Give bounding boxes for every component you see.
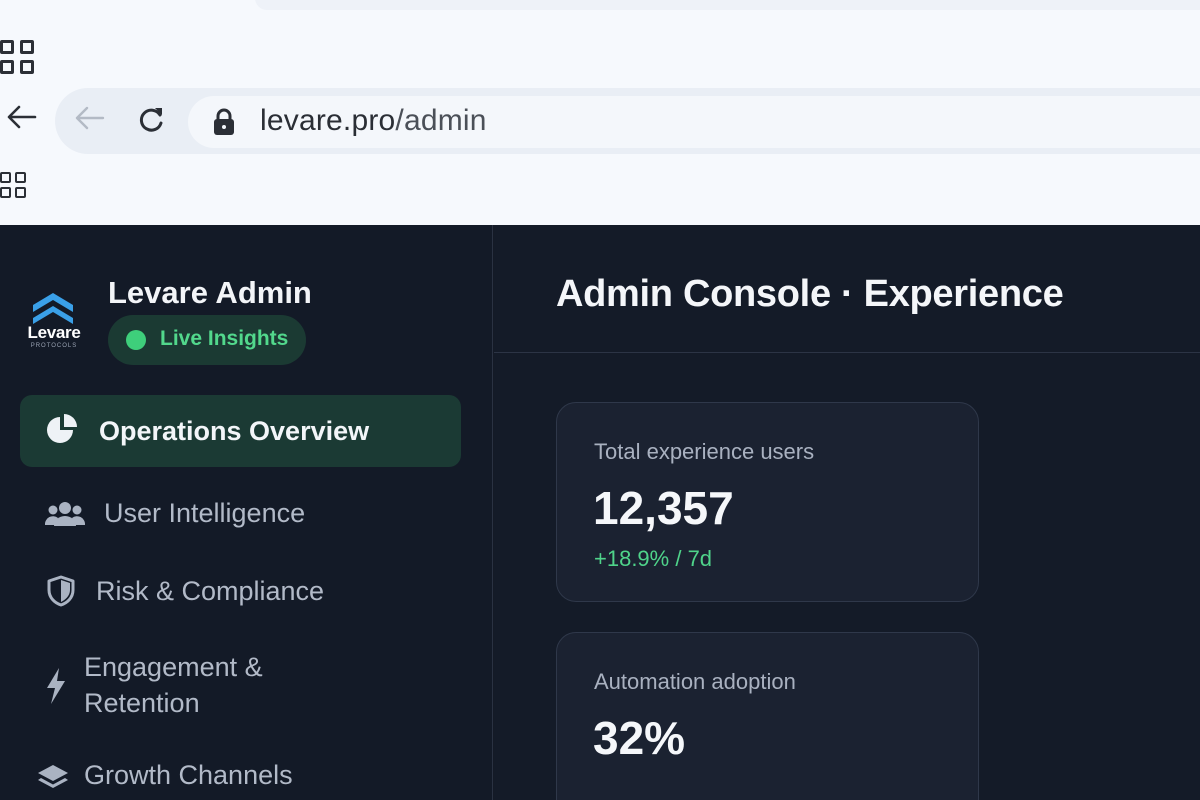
apps-grid-icon[interactable]: [0, 40, 34, 74]
shield-icon: [47, 575, 75, 607]
live-status-dot-icon: [126, 330, 146, 350]
header-divider: [494, 352, 1200, 353]
sidebar-item-label: Engagement &: [84, 652, 263, 682]
url-host: levare.pro: [260, 104, 396, 137]
live-insights-label: Live Insights: [160, 327, 289, 350]
stat-label: Automation adoption: [594, 669, 796, 694]
reload-icon[interactable]: [135, 104, 167, 136]
sidebar-item-label: Operations Overview: [99, 416, 370, 446]
stat-label: Total experience users: [594, 439, 815, 464]
layers-icon: [38, 765, 68, 788]
url-text[interactable]: levare.pro/admin: [260, 101, 487, 141]
url-path: /admin: [395, 104, 487, 137]
sidebar-item-label: Growth Channels: [84, 760, 293, 790]
live-insights-badge[interactable]: Live Insights: [108, 315, 306, 365]
admin-app: Levare PROTOCOLS Levare Admin Live Insig…: [0, 225, 1200, 800]
users-icon: [45, 502, 85, 526]
brand-title: Levare Admin: [108, 275, 312, 310]
logo-wordmark: Levare: [27, 323, 81, 342]
sidebar-item-risk-compliance[interactable]: Risk & Compliance: [20, 571, 461, 611]
stat-delta: +18.9% / 7d: [594, 546, 713, 571]
sidebar-item-label-line2: Retention: [84, 688, 200, 718]
stat-value: 12,357: [593, 482, 734, 534]
lock-icon[interactable]: [210, 106, 238, 138]
sidebar-item-user-intelligence[interactable]: User Intelligence: [20, 493, 461, 533]
browser-back-button-icon[interactable]: [74, 104, 106, 132]
main-content: Admin Console · Experience Total experie…: [494, 225, 1200, 800]
sidebar-item-label: User Intelligence: [104, 498, 306, 528]
back-arrow-icon[interactable]: [6, 104, 38, 130]
browser-chrome: levare.pro/admin: [0, 0, 1200, 225]
stat-value: 32%: [593, 712, 686, 764]
sidebar-item-engagement-retention[interactable]: Engagement & Retention: [20, 649, 461, 725]
stat-card-total-users[interactable]: Total experience users 12,357 +18.9% / 7…: [556, 402, 979, 602]
tab-strip[interactable]: [255, 0, 1200, 10]
lightning-icon: [47, 668, 65, 704]
stat-card-automation-adoption[interactable]: Automation adoption 32%: [556, 632, 979, 800]
sidebar: Levare PROTOCOLS Levare Admin Live Insig…: [0, 225, 493, 800]
logo-subtext: PROTOCOLS: [30, 343, 78, 349]
bookmarks-apps-icon[interactable]: [0, 172, 26, 198]
sidebar-item-growth-channels[interactable]: Growth Channels: [20, 755, 461, 795]
sidebar-item-label: Risk & Compliance: [96, 576, 325, 606]
sidebar-item-operations-overview[interactable]: Operations Overview: [20, 395, 461, 467]
pie-chart-icon: [47, 414, 77, 443]
page-title: Admin Console · Experience: [556, 273, 1064, 315]
